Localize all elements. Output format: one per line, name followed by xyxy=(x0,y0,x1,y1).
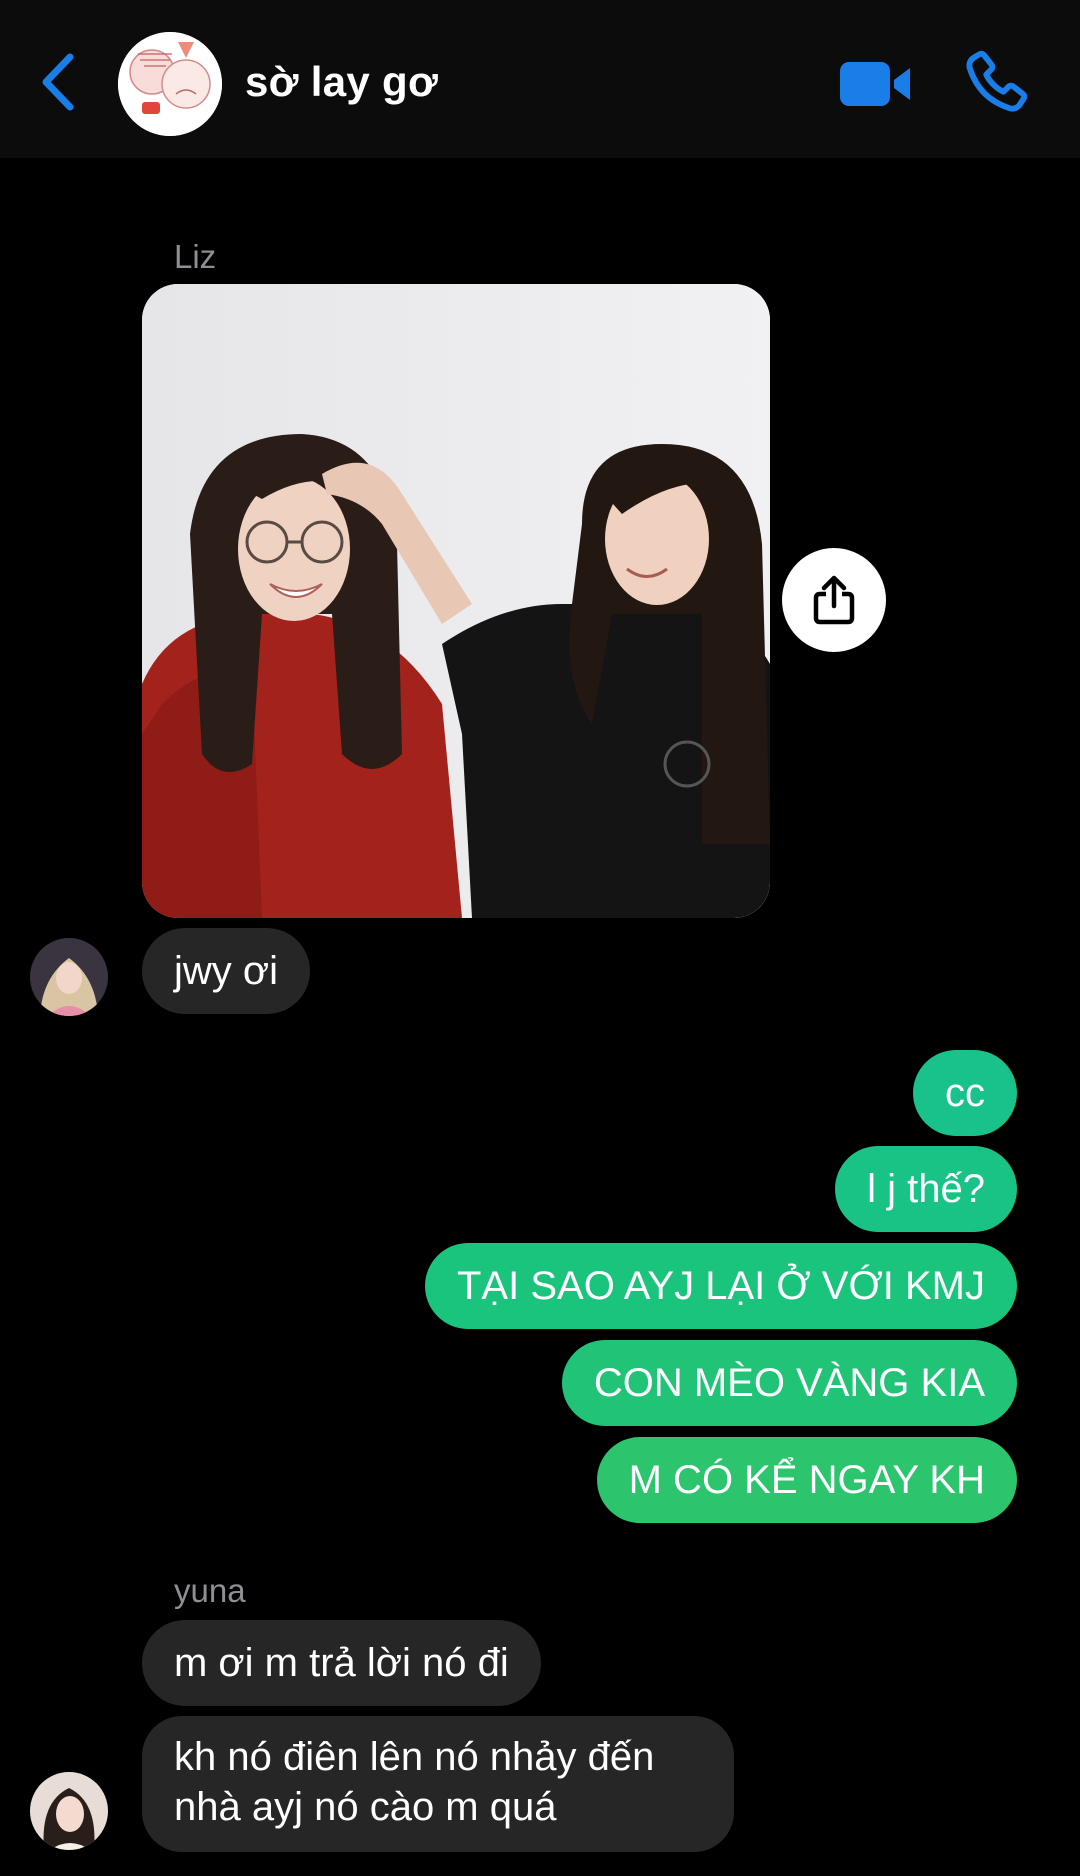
video-camera-icon xyxy=(840,62,910,106)
outgoing-message-bubble[interactable]: M CÓ KỂ NGAY KH xyxy=(596,1437,1017,1523)
group-avatar[interactable] xyxy=(118,32,222,136)
outgoing-message-bubble[interactable]: TẠI SAO AYJ LẠI Ở VỚI KMJ xyxy=(425,1243,1017,1329)
chat-header: sờ lay gơ xyxy=(0,0,1080,158)
sender-name-yuna: yuna xyxy=(174,1572,246,1609)
incoming-message-bubble[interactable]: m ơi m trả lời nó đi xyxy=(142,1620,541,1706)
video-call-button[interactable] xyxy=(838,56,914,112)
phone-icon xyxy=(966,50,1028,112)
incoming-message-bubble[interactable]: kh nó điên lên nó nhảy đến nhà ayj nó cà… xyxy=(142,1716,734,1852)
chat-title[interactable]: sờ lay gơ xyxy=(245,58,438,106)
avatar-liz[interactable] xyxy=(30,938,108,1016)
sender-name-liz: Liz xyxy=(174,238,217,275)
outgoing-message-bubble[interactable]: cc xyxy=(913,1050,1017,1136)
outgoing-message-bubble[interactable]: CON MÈO VÀNG KIA xyxy=(561,1340,1017,1426)
incoming-message-bubble[interactable]: jwy ơi xyxy=(142,928,311,1014)
share-icon xyxy=(813,575,855,625)
outgoing-message-bubble[interactable]: l j thế? xyxy=(835,1146,1017,1232)
chevron-left-icon xyxy=(42,53,74,111)
photo-message[interactable] xyxy=(142,284,770,918)
share-button[interactable] xyxy=(782,548,886,652)
avatar-yuna[interactable] xyxy=(30,1772,108,1850)
back-button[interactable] xyxy=(30,46,86,118)
photo-image xyxy=(142,284,770,918)
voice-call-button[interactable] xyxy=(960,48,1030,118)
